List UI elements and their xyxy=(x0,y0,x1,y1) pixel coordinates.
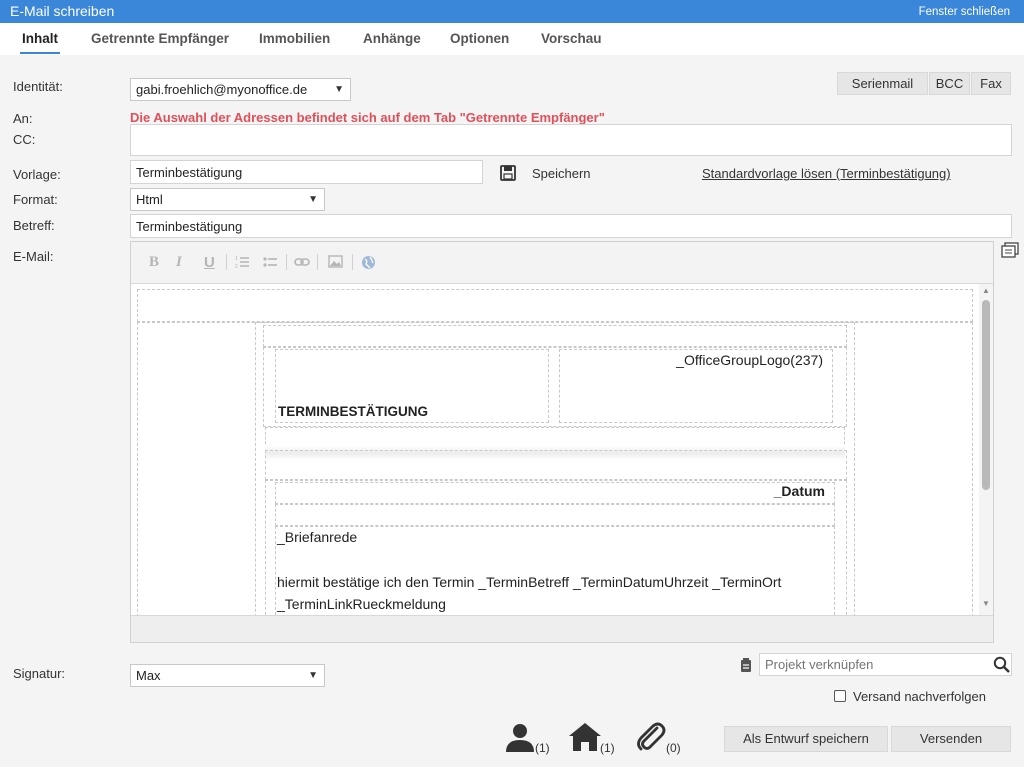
editor-toolbar: B I U 1 2 xyxy=(131,242,993,284)
globe-icon[interactable] xyxy=(361,255,376,270)
contacts-count: (1) xyxy=(535,741,550,755)
subject-input[interactable]: Terminbestätigung xyxy=(130,214,1012,238)
search-icon[interactable] xyxy=(993,656,1010,673)
floppy-disk-icon[interactable] xyxy=(500,165,516,181)
email-label: E-Mail: xyxy=(13,249,54,264)
numbered-list-icon[interactable]: 1 2 xyxy=(235,255,249,269)
chevron-down-icon: ▼ xyxy=(308,670,318,681)
doc-heading: TERMINBESTÄTIGUNG xyxy=(278,404,428,419)
doc-header-cell xyxy=(137,289,973,322)
format-select[interactable]: Html ▼ xyxy=(130,188,325,211)
italic-button[interactable]: I xyxy=(176,254,182,271)
track-sending-label[interactable]: Versand nachverfolgen xyxy=(853,689,986,704)
house-icon[interactable] xyxy=(568,722,602,752)
identity-label: Identität: xyxy=(13,79,63,94)
identity-select[interactable]: gabi.froehlich@myonoffice.de ▼ xyxy=(130,78,351,101)
properties-count: (1) xyxy=(600,741,615,755)
bcc-button[interactable]: BCC xyxy=(929,72,970,95)
to-label: An: xyxy=(13,111,33,126)
toolbar-separator xyxy=(352,254,353,270)
signature-label: Signatur: xyxy=(13,666,66,681)
template-input[interactable]: Terminbestätigung xyxy=(130,160,483,184)
doc-spacer-cell xyxy=(275,504,835,526)
doc-body-line: _TerminLinkRueckmeldung xyxy=(277,596,446,612)
address-notice: Die Auswahl der Adressen befindet sich a… xyxy=(130,110,605,125)
cc-input[interactable] xyxy=(130,124,1012,156)
svg-text:1: 1 xyxy=(235,256,238,262)
editor-content[interactable]: _OfficeGroupLogo(237) TERMINBESTÄTIGUNG … xyxy=(131,284,993,615)
doc-date-cell xyxy=(275,482,835,504)
tab-inhalt[interactable]: Inhalt xyxy=(20,31,60,54)
format-label: Format: xyxy=(13,192,58,207)
template-label: Vorlage: xyxy=(13,167,61,182)
svg-text:2: 2 xyxy=(235,264,238,269)
fax-button[interactable]: Fax xyxy=(971,72,1011,95)
attachments-count: (0) xyxy=(666,741,681,755)
project-icon xyxy=(741,658,751,672)
bold-button[interactable]: B xyxy=(149,254,159,271)
paperclip-icon[interactable] xyxy=(635,720,667,754)
person-icon[interactable] xyxy=(505,722,535,752)
toolbar-separator xyxy=(286,254,287,270)
tab-optionen[interactable]: Optionen xyxy=(450,31,509,46)
doc-salutation: _Briefanrede xyxy=(277,529,358,545)
window-title: E-Mail schreiben xyxy=(10,3,115,19)
send-button[interactable]: Versenden xyxy=(891,726,1011,752)
track-sending-checkbox[interactable] xyxy=(834,690,846,702)
tab-anhaenge[interactable]: Anhänge xyxy=(363,31,421,46)
cc-label: CC: xyxy=(13,132,36,147)
scroll-up-icon[interactable]: ▲ xyxy=(982,286,990,295)
tab-immobilien[interactable]: Immobilien xyxy=(259,31,330,46)
project-link-input[interactable] xyxy=(759,653,1012,676)
close-window-link[interactable]: Fenster schließen xyxy=(919,6,1010,18)
doc-logo-placeholder: _OfficeGroupLogo(237) xyxy=(676,352,823,368)
underline-button[interactable]: U xyxy=(204,254,215,271)
signature-select[interactable]: Max ▼ xyxy=(130,664,325,687)
tab-bar: Inhalt Getrennte Empfänger Immobilien An… xyxy=(0,23,1024,55)
tab-vorschau[interactable]: Vorschau xyxy=(541,31,602,46)
serial-mail-button[interactable]: Serienmail xyxy=(837,72,928,95)
doc-date-placeholder: _Datum xyxy=(773,483,825,499)
save-draft-button[interactable]: Als Entwurf speichern xyxy=(724,726,888,752)
toolbar-separator xyxy=(317,254,318,270)
unset-default-template-link[interactable]: Standardvorlage lösen (Terminbestätigung… xyxy=(702,166,951,181)
doc-spacer-cell xyxy=(265,450,847,480)
chevron-down-icon: ▼ xyxy=(334,84,344,95)
link-icon[interactable] xyxy=(294,257,310,267)
identity-value: gabi.froehlich@myonoffice.de xyxy=(136,82,308,97)
chevron-down-icon: ▼ xyxy=(308,194,318,205)
image-icon[interactable] xyxy=(328,255,343,268)
subject-label: Betreff: xyxy=(13,218,55,233)
format-value: Html xyxy=(136,192,163,207)
save-template-label[interactable]: Speichern xyxy=(532,166,591,181)
doc-spacer-cell xyxy=(263,325,847,347)
window-titlebar: E-Mail schreiben Fenster schließen xyxy=(0,0,1024,23)
tab-getrennte-empfaenger[interactable]: Getrennte Empfänger xyxy=(91,31,229,46)
html-editor[interactable]: B I U 1 2 _OfficeGroupLogo(237) TERMINBE… xyxy=(130,241,994,643)
scroll-down-icon[interactable]: ▼ xyxy=(982,599,990,608)
scrollbar-thumb[interactable] xyxy=(982,300,990,490)
doc-body-line: hiermit bestätige ich den Termin _Termin… xyxy=(277,574,782,590)
toolbar-separator xyxy=(226,254,227,270)
editor-statusbar xyxy=(131,615,993,642)
notes-icon[interactable] xyxy=(1001,242,1019,258)
signature-value: Max xyxy=(136,668,161,683)
editor-scrollbar[interactable]: ▲ ▼ xyxy=(979,284,993,615)
bullet-list-icon[interactable] xyxy=(263,256,277,268)
